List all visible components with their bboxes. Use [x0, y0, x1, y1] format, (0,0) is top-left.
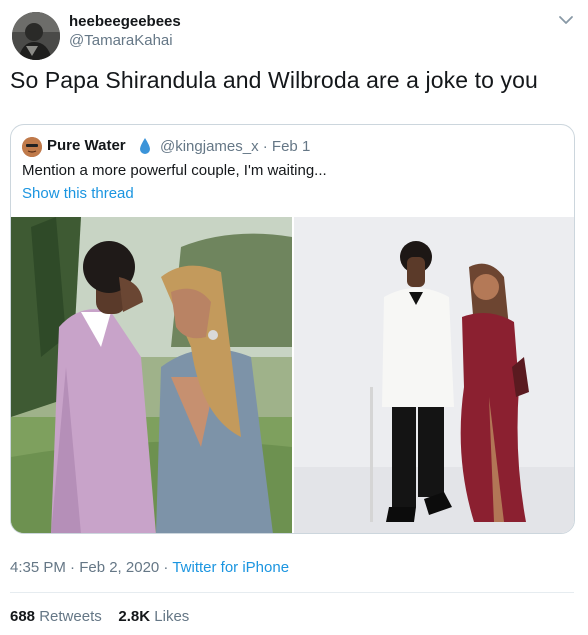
quoted-photo-right[interactable] — [294, 217, 574, 533]
tweet-text: So Papa Shirandula and Wilbroda are a jo… — [10, 67, 538, 93]
source-link[interactable]: Twitter for iPhone — [172, 559, 289, 576]
avatar[interactable] — [12, 12, 60, 60]
retweets-label: Retweets — [39, 608, 102, 625]
retweets-stat[interactable]: 688 Retweets — [10, 608, 102, 625]
quoted-display-name[interactable]: Pure Water — [47, 137, 126, 154]
tweet-card: heebeegeebees @TamaraKahai So Papa Shira… — [0, 0, 588, 635]
time-date[interactable]: 4:35 PM · Feb 2, 2020 · — [10, 559, 172, 576]
quoted-tweet[interactable]: Pure Water @kingjames_x · Feb 1 Mention … — [10, 124, 575, 534]
divider — [10, 592, 574, 593]
droplet-icon — [140, 138, 150, 154]
likes-count: 2.8K — [118, 608, 151, 625]
engagement-stats: 688 Retweets 2.8K Likes — [10, 608, 189, 625]
show-thread-link[interactable]: Show this thread — [22, 185, 134, 202]
quoted-text: Mention a more powerful couple, I'm wait… — [22, 162, 327, 179]
author-display-name[interactable]: heebeegeebees — [69, 13, 181, 30]
quoted-handle-date: @kingjames_x · Feb 1 — [160, 138, 311, 155]
tweet-timestamp: 4:35 PM · Feb 2, 2020 · Twitter for iPho… — [10, 559, 289, 576]
quoted-avatar[interactable] — [22, 137, 42, 157]
likes-label: Likes — [154, 608, 190, 625]
quoted-photo-left[interactable] — [11, 217, 292, 533]
likes-stat[interactable]: 2.8K Likes — [118, 608, 189, 625]
retweets-count: 688 — [10, 608, 36, 625]
chevron-down-icon[interactable] — [556, 10, 576, 30]
author-handle[interactable]: @TamaraKahai — [69, 32, 173, 49]
